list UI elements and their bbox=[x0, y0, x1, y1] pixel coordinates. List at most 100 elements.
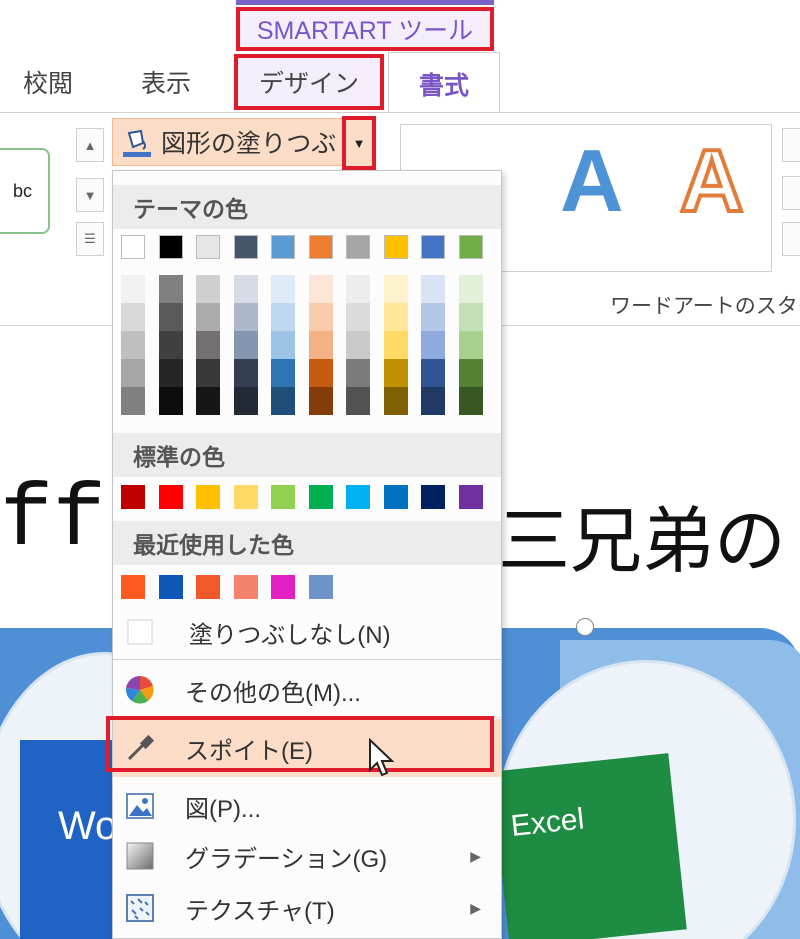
style-gallery-scroll-up-button[interactable]: ▲ bbox=[76, 128, 104, 162]
theme-color-swatch[interactable] bbox=[233, 235, 258, 259]
standard-color-swatch[interactable] bbox=[121, 485, 145, 509]
theme-shade-swatch[interactable] bbox=[271, 275, 295, 303]
recent-color-swatch[interactable] bbox=[158, 575, 183, 599]
theme-shade-swatch[interactable] bbox=[421, 275, 445, 303]
selection-handle[interactable] bbox=[576, 618, 594, 636]
theme-color-swatch[interactable] bbox=[421, 235, 445, 259]
theme-shade-swatch[interactable] bbox=[158, 331, 183, 359]
theme-shade-swatch[interactable] bbox=[121, 331, 145, 359]
theme-color-swatch[interactable] bbox=[121, 235, 145, 259]
standard-color-swatch[interactable] bbox=[196, 485, 220, 509]
theme-shade-swatch[interactable] bbox=[196, 303, 220, 331]
shape-style-preview[interactable]: bc bbox=[0, 148, 50, 234]
theme-shade-swatch[interactable] bbox=[308, 303, 333, 331]
standard-color-swatch[interactable] bbox=[271, 485, 295, 509]
theme-color-swatch[interactable] bbox=[346, 235, 370, 259]
theme-shade-swatch[interactable] bbox=[383, 275, 408, 303]
document-title-left: ff bbox=[0, 472, 106, 571]
standard-color-swatch[interactable] bbox=[346, 485, 370, 509]
theme-shade-swatch[interactable] bbox=[346, 359, 370, 387]
standard-color-swatch[interactable] bbox=[383, 485, 408, 509]
recent-color-swatch[interactable] bbox=[271, 575, 295, 599]
theme-color-swatch[interactable] bbox=[158, 235, 183, 259]
recent-color-swatch[interactable] bbox=[196, 575, 220, 599]
theme-shade-swatch[interactable] bbox=[158, 359, 183, 387]
tab-review[interactable]: 校閲 bbox=[0, 52, 96, 112]
theme-shade-swatch[interactable] bbox=[383, 387, 408, 415]
theme-shade-swatch[interactable] bbox=[346, 387, 370, 415]
theme-shade-swatch[interactable] bbox=[308, 331, 333, 359]
theme-shade-swatch[interactable] bbox=[158, 303, 183, 331]
wordart-scroll-up-button[interactable] bbox=[782, 128, 800, 162]
standard-color-swatch[interactable] bbox=[308, 485, 333, 509]
theme-shade-swatch[interactable] bbox=[121, 303, 145, 331]
theme-shade-swatch[interactable] bbox=[271, 387, 295, 415]
wordart-style-orange-outline[interactable]: A bbox=[678, 129, 746, 232]
theme-shade-swatch[interactable] bbox=[421, 387, 445, 415]
theme-shade-swatch[interactable] bbox=[421, 303, 445, 331]
standard-color-swatch[interactable] bbox=[458, 485, 483, 509]
theme-shade-swatch[interactable] bbox=[458, 303, 483, 331]
recent-color-swatch[interactable] bbox=[308, 575, 333, 599]
standard-color-swatch[interactable] bbox=[421, 485, 445, 509]
theme-color-swatch[interactable] bbox=[271, 235, 295, 259]
theme-shade-column bbox=[121, 275, 145, 415]
theme-color-swatch[interactable] bbox=[196, 235, 220, 259]
more-colors-item[interactable]: その他の色(M)... bbox=[113, 661, 501, 719]
theme-shade-swatch[interactable] bbox=[233, 303, 258, 331]
theme-shade-swatch[interactable] bbox=[458, 275, 483, 303]
theme-shade-swatch[interactable] bbox=[346, 331, 370, 359]
gradient-item[interactable]: グラデーション(G) ▶ bbox=[113, 827, 501, 885]
standard-color-swatch[interactable] bbox=[233, 485, 258, 509]
theme-shade-swatch[interactable] bbox=[121, 275, 145, 303]
theme-shade-swatch[interactable] bbox=[196, 331, 220, 359]
theme-shade-swatch[interactable] bbox=[383, 303, 408, 331]
theme-color-swatch[interactable] bbox=[308, 235, 333, 259]
theme-shade-swatch[interactable] bbox=[196, 387, 220, 415]
theme-shade-swatch[interactable] bbox=[233, 331, 258, 359]
tab-design[interactable]: デザイン bbox=[234, 54, 384, 110]
theme-shade-swatch[interactable] bbox=[158, 387, 183, 415]
theme-shade-swatch[interactable] bbox=[458, 331, 483, 359]
picture-icon bbox=[123, 789, 157, 823]
recent-color-swatch[interactable] bbox=[233, 575, 258, 599]
theme-shade-swatch[interactable] bbox=[271, 303, 295, 331]
theme-color-swatch[interactable] bbox=[458, 235, 483, 259]
recent-color-swatch[interactable] bbox=[121, 575, 145, 599]
wordart-style-blue[interactable]: A bbox=[560, 130, 624, 232]
theme-shade-swatch[interactable] bbox=[196, 359, 220, 387]
style-gallery-more-button[interactable]: ☰ bbox=[76, 222, 104, 256]
theme-shade-swatch[interactable] bbox=[271, 359, 295, 387]
theme-shade-swatch[interactable] bbox=[383, 331, 408, 359]
shape-fill-button[interactable]: 図形の塗りつぶし bbox=[112, 118, 344, 166]
theme-shade-swatch[interactable] bbox=[308, 359, 333, 387]
shape-fill-dropdown-button[interactable]: ▼ bbox=[342, 116, 376, 170]
theme-shade-swatch[interactable] bbox=[458, 387, 483, 415]
style-gallery-scroll-down-button[interactable]: ▼ bbox=[76, 178, 104, 212]
theme-shade-swatch[interactable] bbox=[421, 359, 445, 387]
texture-item[interactable]: テクスチャ(T) ▶ bbox=[113, 879, 501, 937]
theme-shade-swatch[interactable] bbox=[196, 275, 220, 303]
wordart-scroll-down-button[interactable] bbox=[782, 176, 800, 210]
theme-shade-swatch[interactable] bbox=[308, 387, 333, 415]
theme-color-swatch[interactable] bbox=[383, 235, 408, 259]
theme-shade-swatch[interactable] bbox=[308, 275, 333, 303]
theme-shade-swatch[interactable] bbox=[233, 275, 258, 303]
tab-view[interactable]: 表示 bbox=[118, 52, 214, 112]
theme-shade-swatch[interactable] bbox=[346, 303, 370, 331]
standard-color-swatch[interactable] bbox=[158, 485, 183, 509]
theme-shade-swatch[interactable] bbox=[458, 359, 483, 387]
theme-shade-swatch[interactable] bbox=[158, 275, 183, 303]
theme-shade-swatch[interactable] bbox=[271, 331, 295, 359]
theme-shade-swatch[interactable] bbox=[421, 331, 445, 359]
theme-shade-swatch[interactable] bbox=[233, 387, 258, 415]
tab-format[interactable]: 書式 bbox=[388, 52, 500, 114]
no-fill-item[interactable]: 塗りつぶしなし(N) bbox=[113, 603, 501, 661]
theme-shade-swatch[interactable] bbox=[233, 359, 258, 387]
wordart-more-button[interactable] bbox=[782, 222, 800, 256]
theme-shade-swatch[interactable] bbox=[121, 387, 145, 415]
wordart-group-label: ワードアートのスタイ bbox=[610, 295, 800, 318]
theme-shade-swatch[interactable] bbox=[346, 275, 370, 303]
theme-shade-swatch[interactable] bbox=[383, 359, 408, 387]
theme-shade-swatch[interactable] bbox=[121, 359, 145, 387]
